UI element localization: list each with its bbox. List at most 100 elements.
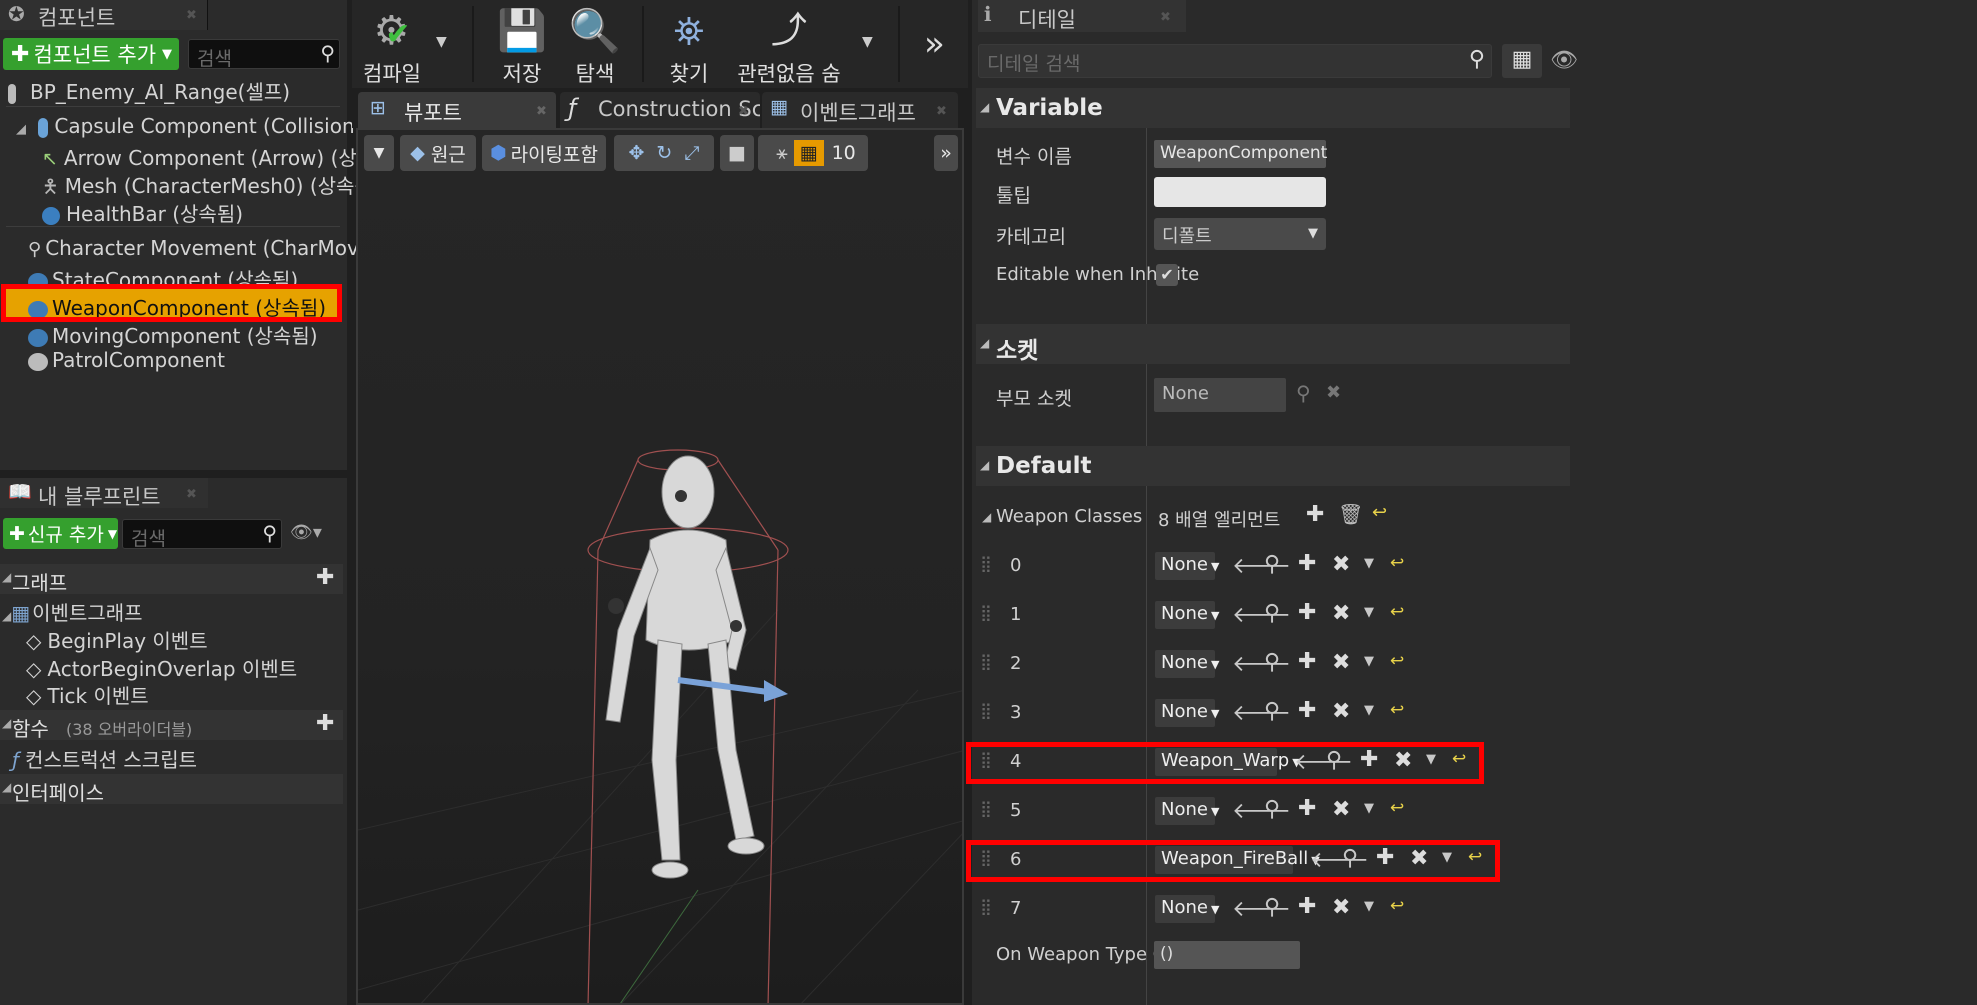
rotate-icon[interactable]: ↻ — [656, 142, 672, 164]
weapon-class-dropdown[interactable]: None ▼ — [1154, 894, 1219, 924]
var-name-input[interactable]: WeaponComponent — [1154, 140, 1327, 168]
weapon-class-dropdown[interactable]: None ▼ — [1154, 600, 1219, 630]
compile-button[interactable]: ⚙✔ 컴파일 — [358, 4, 426, 88]
clear-icon[interactable]: ✖ — [1332, 650, 1350, 675]
component-root-item[interactable]: BP_Enemy_AI_Range(셀프) — [8, 76, 290, 105]
interface-section-header[interactable]: ◢ 인터페이스 — [0, 774, 343, 805]
tab-event-graph[interactable]: ▦ 이벤트그래프 ✖ — [762, 92, 958, 128]
grid-snap-toggle-icon[interactable]: ▦ — [793, 140, 824, 166]
browse-button[interactable]: 🔍 탐색 — [562, 4, 628, 88]
close-icon[interactable]: ✖ — [738, 104, 749, 119]
insert-icon[interactable]: ✚ — [1298, 894, 1316, 919]
drag-handle-icon[interactable]: ⣿ — [980, 701, 992, 720]
drag-handle-icon[interactable]: ⣿ — [980, 897, 992, 916]
clear-icon[interactable]: ✖ — [1332, 552, 1350, 577]
close-icon[interactable]: ✖ — [186, 8, 197, 23]
parent-socket-field[interactable]: None — [1154, 378, 1286, 412]
tree-item-patrol[interactable]: PatrolComponent — [28, 348, 225, 372]
details-tab[interactable]: ℹ 디테일 ✖ — [978, 0, 1186, 32]
use-selected-arrow-icon[interactable]: 🡐 — [1232, 700, 1291, 726]
clear-icon[interactable]: ✖ — [1332, 601, 1350, 626]
chevron-down-icon[interactable]: ▼ — [1364, 703, 1374, 718]
on-weapon-type-changed-field[interactable]: () — [1154, 941, 1300, 969]
add-graph-icon[interactable]: ✚ — [316, 565, 334, 590]
browse-icon[interactable]: ⚲ — [1264, 895, 1280, 920]
reset-default-icon[interactable]: ↩ — [1390, 553, 1404, 573]
chevron-down-icon[interactable]: ▼ — [1364, 801, 1374, 816]
insert-icon[interactable]: ✚ — [1298, 551, 1316, 576]
chevron-down-icon[interactable]: ▼ — [1364, 556, 1374, 571]
save-button[interactable]: 💾 저장 — [492, 4, 552, 88]
reset-default-icon[interactable]: ↩ — [1390, 798, 1404, 818]
reset-default-icon[interactable]: ↩ — [1390, 602, 1404, 622]
event-item[interactable]: ◇ ActorBeginOverlap 이벤트 — [26, 653, 297, 682]
tooltip-input[interactable] — [1154, 177, 1326, 207]
visibility-eye-icon[interactable]: 👁▾ — [290, 522, 322, 543]
use-selected-arrow-icon[interactable]: 🡐 — [1232, 798, 1291, 824]
event-item[interactable]: ◇ BeginPlay 이벤트 — [26, 625, 208, 654]
tree-item-healthbar[interactable]: HealthBar (상속됨) — [42, 198, 243, 227]
browse-icon[interactable]: ⚲ — [1264, 601, 1280, 626]
collapse-arrow-icon[interactable]: ◢ — [982, 510, 991, 524]
drag-handle-icon[interactable]: ⣿ — [980, 554, 992, 573]
reset-default-icon[interactable]: ↩ — [1390, 700, 1404, 720]
add-element-icon[interactable]: ✚ — [1306, 502, 1324, 527]
details-search-input[interactable]: 디테일 검색 ⚲ — [978, 44, 1492, 78]
chevron-down-icon[interactable]: ▼ — [1364, 605, 1374, 620]
category-dropdown[interactable]: 디폴트 ▼ — [1154, 218, 1326, 250]
lighting-mode-button[interactable]: ⬢ 라이팅포함 — [482, 135, 606, 171]
reset-default-icon[interactable]: ↩ — [1390, 896, 1404, 916]
weapon-class-dropdown[interactable]: None ▼ — [1154, 698, 1219, 728]
weapon-class-dropdown[interactable]: None ▼ — [1154, 551, 1219, 581]
chevron-down-icon[interactable]: ▼ — [1364, 899, 1374, 914]
close-icon[interactable]: ✖ — [186, 487, 197, 502]
drag-handle-icon[interactable]: ⣿ — [980, 603, 992, 622]
viewport[interactable]: ▼ ◆ 원근 ⬢ 라이팅포함 ✥ ↻ ⤢ ■ ⚹ ▦ 10 » — [356, 128, 964, 1005]
toolbar-overflow-icon[interactable]: » — [924, 24, 945, 64]
chevron-down-icon[interactable]: ▼ — [1364, 654, 1374, 669]
grid-size-value[interactable]: 10 — [832, 142, 856, 164]
surface-snap-button[interactable]: ■ — [720, 135, 754, 171]
my-blueprint-tab[interactable]: 📖 내 블루프린트 ✖ — [0, 478, 208, 509]
hide-unrelated-chevron-icon[interactable]: ▼ — [862, 34, 873, 50]
components-tab[interactable]: ✪ 컴포넌트 ✖ — [0, 0, 208, 30]
close-icon[interactable]: ✖ — [936, 104, 947, 119]
browse-socket-icon[interactable]: ⚲ — [1296, 381, 1311, 405]
viewport-more-button[interactable]: » — [934, 135, 958, 171]
add-new-button[interactable]: ✚ 신규 추가 ▼ — [3, 518, 118, 549]
weapon-class-dropdown[interactable]: None ▼ — [1154, 796, 1219, 826]
perspective-button[interactable]: ◆ 원근 — [400, 135, 476, 171]
close-icon[interactable]: ✖ — [536, 104, 547, 119]
use-selected-arrow-icon[interactable]: 🡐 — [1232, 553, 1291, 579]
viewport-options-button[interactable]: ▼ — [364, 135, 394, 171]
browse-icon[interactable]: ⚲ — [1264, 699, 1280, 724]
clear-icon[interactable]: ✖ — [1332, 895, 1350, 920]
insert-icon[interactable]: ✚ — [1298, 600, 1316, 625]
add-function-icon[interactable]: ✚ — [316, 711, 334, 736]
tree-item-moving[interactable]: MovingComponent (상속됨) — [28, 320, 318, 349]
trash-icon[interactable]: 🗑 — [1338, 502, 1363, 526]
scale-icon[interactable]: ⤢ — [684, 142, 699, 164]
clear-icon[interactable]: ✖ — [1332, 699, 1350, 724]
insert-icon[interactable]: ✚ — [1298, 796, 1316, 821]
use-selected-arrow-icon[interactable]: 🡐 — [1232, 896, 1291, 922]
property-matrix-button[interactable]: ▦ — [1502, 44, 1542, 78]
find-button[interactable]: ⛯ 찾기 — [654, 4, 724, 88]
snap-icon[interactable]: ⚹ — [776, 142, 787, 164]
graph-section-header[interactable]: ◢ 그래프 ✚ — [0, 564, 343, 595]
functions-section-header[interactable]: ◢ 함수 (38 오버라이더블) ✚ — [0, 710, 343, 741]
browse-icon[interactable]: ⚲ — [1264, 797, 1280, 822]
eye-icon[interactable]: 👁 — [1550, 48, 1578, 73]
browse-icon[interactable]: ⚲ — [1264, 650, 1280, 675]
event-graph-item[interactable]: ◢▦ 이벤트그래프 — [2, 597, 143, 626]
clear-socket-icon[interactable]: ✖ — [1326, 382, 1341, 403]
tree-item-arrow[interactable]: ↖ Arrow Component (Arrow) (상속됨) — [42, 142, 401, 171]
clear-icon[interactable]: ✖ — [1332, 797, 1350, 822]
close-icon[interactable]: ✖ — [1160, 10, 1171, 25]
socket-section-header[interactable]: ◢ 소켓 — [976, 324, 1570, 364]
reset-default-icon[interactable]: ↩ — [1390, 651, 1404, 671]
tab-viewport[interactable]: ⊞ 뷰포트 ✖ — [358, 92, 556, 128]
insert-icon[interactable]: ✚ — [1298, 698, 1316, 723]
reset-default-icon[interactable]: ↩ — [1372, 502, 1387, 523]
drag-handle-icon[interactable]: ⣿ — [980, 799, 992, 818]
